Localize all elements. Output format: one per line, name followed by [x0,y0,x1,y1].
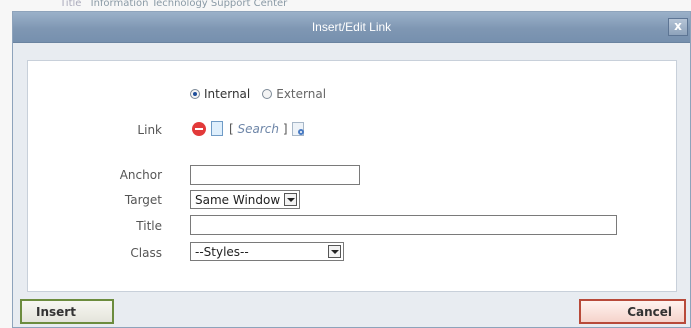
anchor-label: Anchor [119,168,162,182]
link-controls: [ Search ] [192,121,304,136]
background-title-label: Title [60,0,82,9]
internal-radio-label[interactable]: Internal [204,87,250,101]
class-select[interactable]: --Styles-- [190,242,344,261]
target-label: Target [124,193,162,207]
cancel-button[interactable]: Cancel [579,299,686,324]
dialog-form-panel: Internal External Link [ Search ] Anchor… [27,60,677,292]
dialog-titlebar[interactable]: Insert/Edit Link x [13,12,690,43]
target-select-value: Same Window [195,193,281,207]
background-title-value: Information Technology Support Center [90,0,288,9]
insert-button-label: Insert [36,305,76,319]
target-select[interactable]: Same Window [190,190,300,209]
internal-radio[interactable] [190,89,200,99]
magnify-search-icon[interactable] [291,121,304,136]
cancel-button-label: Cancel [627,305,672,319]
page-icon[interactable] [211,121,223,136]
search-bracket-close: ] [282,121,288,136]
link-type-group: Internal External [190,87,338,101]
search-bracket-open: [ [229,121,234,136]
search-link-text: Search [237,121,280,136]
class-label: Class [130,246,162,260]
background-left-edge [0,20,12,328]
close-button[interactable]: x [668,18,688,36]
anchor-input[interactable] [190,165,360,185]
insert-edit-link-dialog: Insert/Edit Link x Internal External Lin… [12,11,691,328]
chevron-down-icon[interactable] [284,193,297,206]
background-title-row: Title Information Technology Support Cen… [60,0,560,11]
chevron-down-icon[interactable] [328,245,341,258]
external-radio-label[interactable]: External [276,87,326,101]
close-icon: x [674,19,682,33]
link-label: Link [137,123,162,137]
remove-link-icon[interactable] [192,121,206,136]
external-radio[interactable] [262,89,273,99]
search-link[interactable]: [ Search ] [229,122,288,136]
dialog-title: Insert/Edit Link [311,20,392,34]
title-input[interactable] [190,215,617,235]
class-select-value: --Styles-- [195,245,249,259]
title-label: Title [136,219,162,233]
insert-button[interactable]: Insert [20,299,114,324]
